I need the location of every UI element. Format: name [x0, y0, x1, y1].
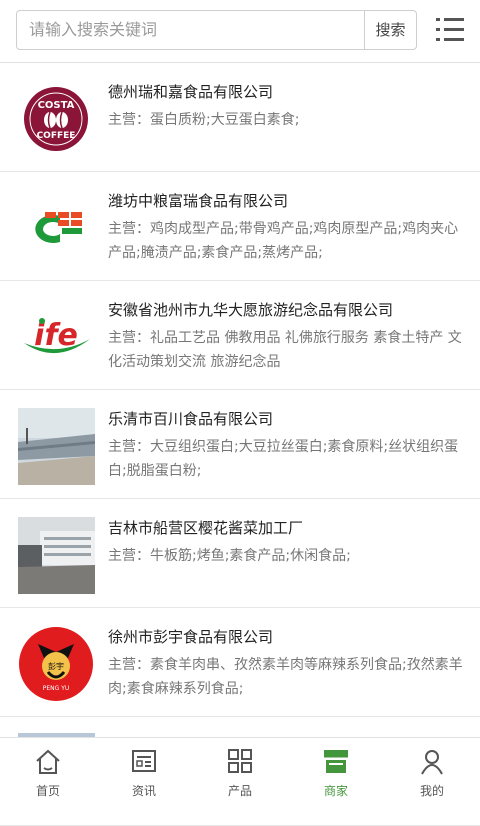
news-icon [132, 750, 156, 772]
company-business: 主营：牛板筋;烤鱼;素食产品;休闲食品; [108, 548, 351, 564]
list-menu-icon[interactable] [436, 17, 466, 43]
company-list-item[interactable]: 乐清市百川食品有限公司 主营：大豆组织蛋白;大豆拉丝蛋白;素食原料;丝状组织蛋白… [0, 390, 480, 499]
pengyu-logo-text: 彭宇 [48, 661, 64, 671]
search-input[interactable]: 请输入搜索关键词 [29, 11, 157, 49]
nav-label: 首页 [35, 784, 60, 798]
nav-label: 商家 [323, 784, 348, 798]
svg-text:COSTA: COSTA [38, 100, 75, 111]
ife-logo: ife [18, 299, 95, 376]
nav-item-news[interactable]: 资讯 [96, 738, 192, 801]
grid-icon [228, 749, 252, 773]
company-list-item[interactable]: ife 安徽省池州市九华大愿旅游纪念品有限公司 主营：礼品工艺品 佛教用品 礼佛… [0, 281, 480, 390]
nav-label: 资讯 [131, 784, 156, 798]
company-business: 主营：蛋白质粉;大豆蛋白素食; [108, 112, 300, 128]
svg-text:COFFEE: COFFEE [37, 131, 76, 141]
nav-item-home[interactable]: 首页 [0, 738, 96, 801]
cofco-logo [18, 190, 95, 267]
company-list-item[interactable]: 吉林市船营区樱花酱菜加工厂 主营：牛板筋;烤鱼;素食产品;休闲食品; [0, 499, 480, 608]
factory-photo [18, 517, 95, 594]
nav-item-products[interactable]: 产品 [192, 738, 288, 801]
company-name: 徐州市彭宇食品有限公司 [108, 628, 274, 646]
company-business: 主营：礼品工艺品 佛教用品 礼佛旅行服务 素食土特产 文化活动策划交流 旅游纪念… [108, 330, 462, 370]
pengyu-logo-subtext: PENG YU [43, 685, 70, 692]
company-business: 主营：素食羊肉串、孜然素羊肉等麻辣系列食品;孜然素羊肉;素食麻辣系列食品; [108, 657, 463, 697]
nav-label: 我的 [419, 784, 444, 798]
factory-photo [18, 408, 95, 485]
home-icon [36, 749, 60, 774]
top-bar: 请输入搜索关键词 搜索 [0, 0, 480, 63]
pengyu-logo: 彭宇 PENG YU [18, 626, 95, 703]
company-name: 潍坊中粮富瑞食品有限公司 [108, 192, 289, 210]
store-icon [324, 750, 348, 773]
nav-label: 产品 [227, 784, 252, 798]
company-list-item[interactable]: 潍坊中粮富瑞食品有限公司 主营：鸡肉成型产品;带骨鸡产品;鸡肉原型产品;鸡肉夹心… [0, 172, 480, 281]
company-list: COSTA COFFEE 德州瑞和嘉食品有限公司 主营：蛋白质粉;大豆蛋白素食; [0, 63, 480, 826]
user-icon [421, 750, 443, 775]
bottom-nav: 首页 资讯 产品 商家 我的 [0, 737, 480, 801]
search-box: 请输入搜索关键词 搜索 [16, 10, 417, 50]
company-list-item[interactable]: 彭宇 PENG YU 徐州市彭宇食品有限公司 主营：素食羊肉串、孜然素羊肉等麻辣… [0, 608, 480, 717]
nav-item-profile[interactable]: 我的 [384, 738, 480, 801]
nav-item-merchants[interactable]: 商家 [288, 738, 384, 801]
company-name: 安徽省池州市九华大愿旅游纪念品有限公司 [108, 301, 394, 319]
company-name: 乐清市百川食品有限公司 [108, 410, 274, 428]
company-business: 主营：鸡肉成型产品;带骨鸡产品;鸡肉原型产品;鸡肉夹心产品;腌渍产品;素食产品;… [108, 221, 459, 261]
costa-coffee-logo: COSTA COFFEE [18, 81, 95, 158]
company-name: 德州瑞和嘉食品有限公司 [108, 83, 274, 101]
company-business: 主营：大豆组织蛋白;大豆拉丝蛋白;素食原料;丝状组织蛋白;脱脂蛋白粉; [108, 439, 459, 479]
company-name: 吉林市船营区樱花酱菜加工厂 [108, 519, 304, 537]
company-list-item[interactable]: COSTA COFFEE 德州瑞和嘉食品有限公司 主营：蛋白质粉;大豆蛋白素食; [0, 63, 480, 172]
search-button[interactable]: 搜索 [364, 11, 416, 49]
